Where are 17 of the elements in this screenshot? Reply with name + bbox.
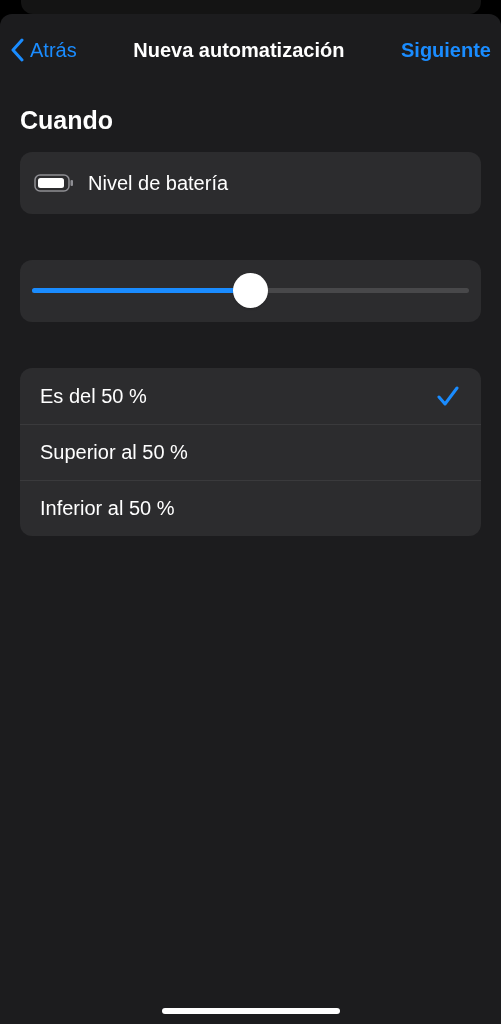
section-heading: Cuando — [20, 105, 114, 136]
screen-title: Nueva automatización — [133, 37, 345, 63]
option-row[interactable]: Inferior al 50 % — [20, 479, 481, 536]
next-button[interactable]: Siguiente — [401, 34, 491, 65]
option-row[interactable]: Es del 50 % — [20, 367, 481, 424]
option-label: Es del 50 % — [40, 383, 147, 409]
chevron-left-icon — [10, 37, 24, 62]
option-label: Inferior al 50 % — [40, 496, 175, 521]
option-row[interactable]: Superior al 50 % — [20, 423, 481, 480]
back-button[interactable]: Atrás — [10, 34, 77, 65]
slider[interactable] — [32, 273, 469, 308]
trigger-row[interactable]: Nivel de batería — [20, 151, 481, 214]
battery-icon — [34, 173, 74, 192]
option-label: Superior al 50 % — [40, 440, 188, 465]
trigger-label: Nivel de batería — [88, 170, 229, 196]
slider-thumb[interactable] — [233, 273, 268, 308]
checkmark-icon — [437, 385, 459, 406]
